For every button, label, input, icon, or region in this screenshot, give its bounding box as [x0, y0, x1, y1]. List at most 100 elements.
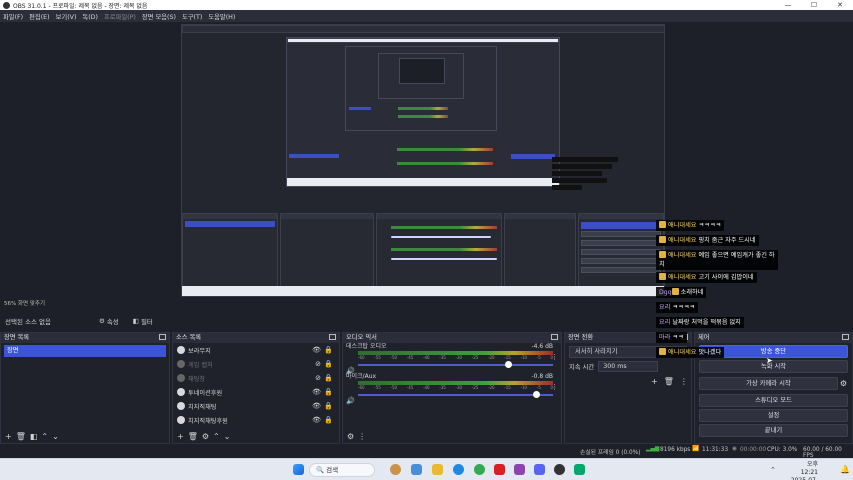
source-row[interactable]: 게임 캡처 ⊘ 🔒 [173, 357, 339, 371]
undock-icon[interactable] [329, 334, 336, 340]
minimize-button[interactable]: — [775, 1, 801, 9]
menu-tools[interactable]: 도구(T) [182, 12, 202, 21]
lock-icon[interactable]: 🔒 [324, 402, 333, 410]
volume-slider[interactable] [358, 391, 553, 398]
add-transition-button[interactable]: + [651, 377, 658, 386]
source-row[interactable]: 채팅창 ⊘ 🔒 [173, 371, 339, 385]
app-icon-widgets[interactable] [411, 464, 422, 475]
lock-icon[interactable]: 🔒 [324, 360, 333, 368]
chat-name: 애니대세요 [668, 222, 697, 229]
volume-knob[interactable] [504, 361, 512, 368]
close-button[interactable]: ✕ [827, 1, 853, 9]
mixer-title: 오디오 믹서 [346, 334, 377, 341]
nested-sources-dock [280, 213, 374, 288]
remove-transition-button[interactable]: 🗑 [664, 377, 674, 386]
undock-icon[interactable] [842, 334, 849, 340]
menu-file[interactable]: 파일(F) [3, 12, 23, 21]
menu-help[interactable]: 도움말(H) [208, 12, 235, 21]
source-properties-button[interactable]: ⚙ [202, 432, 209, 441]
source-row[interactable]: 보라무지 👁 🔒 [173, 343, 339, 357]
start-virtual-camera-button[interactable]: 가상 카메라 시작 [699, 377, 838, 390]
duration-input[interactable]: 300 ms [598, 361, 659, 372]
scenes-dock-header: 장면 목록 [1, 333, 169, 343]
audio-mixer-dock: 오디오 믹서 데스크탑 오디오 -4.6 dB -60 -55 -50 -45 -40 -3… [342, 332, 562, 444]
chrome-icon[interactable] [474, 464, 485, 475]
chat-message: 애니대세요 고기 사이에 김밥이네 [656, 272, 757, 283]
scene-item[interactable]: 장면 [4, 345, 166, 357]
remove-source-button[interactable]: 🗑 [188, 432, 198, 441]
hidden-eye-icon[interactable]: ⊘ [315, 374, 321, 382]
move-up-button[interactable]: ⌃ [41, 432, 48, 441]
chat-name: Dgq [659, 289, 672, 296]
obs-taskbar-icon[interactable] [554, 464, 565, 475]
volume-slider[interactable] [358, 361, 553, 368]
mixer-menu-button[interactable]: ⋮ [358, 432, 366, 441]
app-icon-purple[interactable] [514, 464, 525, 475]
source-type-icon [177, 374, 185, 382]
channel-menu-icon[interactable]: ⋮ [551, 353, 558, 361]
source-type-icon [177, 360, 185, 368]
undock-icon[interactable] [551, 334, 558, 340]
menu-docks[interactable]: 독(D) [82, 12, 98, 21]
lock-icon[interactable]: 🔒 [324, 388, 333, 396]
speaker-icon[interactable]: 🔊 [346, 397, 355, 405]
menu-scene-collection[interactable]: 장면 모음(S) [142, 12, 176, 21]
volume-track [358, 364, 553, 366]
start-recording-button[interactable]: 녹화 시작 [699, 360, 848, 373]
exit-button[interactable]: 끝내기 [699, 424, 848, 437]
chat-emote-icon [659, 348, 666, 355]
discord-icon[interactable] [534, 464, 545, 475]
undock-icon[interactable] [159, 334, 166, 340]
nested-meter [398, 107, 448, 110]
edge-icon[interactable] [453, 464, 464, 475]
taskbar-clock[interactable]: 오후 12:212025-07-31 [790, 461, 818, 480]
nested-scenes-dock [182, 213, 278, 288]
remove-scene-button[interactable]: 🗑 [16, 432, 26, 441]
zoom-label[interactable]: 56% 화면 맞추기 [0, 299, 853, 309]
studio-mode-button[interactable]: 스튜디오 모드 [699, 394, 848, 407]
lock-icon[interactable]: 🔒 [324, 416, 333, 424]
move-down-button[interactable]: ⌄ [224, 432, 231, 441]
filters-button[interactable]: ◧ 필터 [129, 314, 157, 328]
notification-bell-icon[interactable]: 🔔 [840, 465, 850, 474]
add-scene-button[interactable]: + [5, 432, 12, 441]
app-icon-food[interactable] [390, 464, 401, 475]
chat-text: 맛나겠다 [698, 349, 722, 356]
visibility-eye-icon[interactable]: 👁 [312, 416, 321, 424]
scene-filters-button[interactable]: ◧ [30, 432, 38, 441]
visibility-eye-icon[interactable]: 👁 [312, 402, 321, 410]
chat-name: 애니대세요 [668, 274, 697, 281]
transition-menu-button[interactable]: ⋮ [680, 377, 688, 386]
preview-canvas[interactable] [181, 24, 665, 297]
virtual-camera-gear-icon[interactable]: ⚙ [840, 379, 847, 388]
app-icon-green[interactable] [574, 464, 585, 475]
volume-knob[interactable] [532, 391, 540, 398]
chat-text: 소래하네 [680, 289, 704, 296]
advanced-audio-button[interactable]: ⚙ [347, 432, 354, 441]
move-up-button[interactable]: ⌃ [213, 432, 220, 441]
lock-icon[interactable]: 🔒 [324, 374, 333, 382]
taskbar-search[interactable]: 🔍 검색 [309, 463, 375, 477]
channel-menu-icon[interactable]: ⋮ [551, 383, 558, 391]
windows-start-icon[interactable] [293, 464, 304, 475]
tray-chevron-icon[interactable]: ⌃ [770, 466, 776, 474]
source-row[interactable]: 치지직채팅후원 👁 🔒 [173, 413, 339, 427]
menu-view[interactable]: 보기(V) [56, 12, 77, 21]
add-source-button[interactable]: + [177, 432, 184, 441]
source-row[interactable]: 투네이션후원 👁 🔒 [173, 385, 339, 399]
move-down-button[interactable]: ⌄ [52, 432, 59, 441]
netflix-icon[interactable] [494, 464, 505, 475]
source-row[interactable]: 치지직채팅 👁 🔒 [173, 399, 339, 413]
visibility-eye-icon[interactable]: 👁 [312, 388, 321, 396]
lock-icon[interactable]: 🔒 [324, 346, 333, 354]
hidden-eye-icon[interactable]: ⊘ [315, 360, 321, 368]
visibility-eye-icon[interactable]: 👁 [312, 346, 321, 354]
properties-button[interactable]: ⚙ 속성 [95, 314, 123, 328]
chat-text-continued: 치 [659, 261, 665, 268]
file-explorer-icon[interactable] [432, 464, 443, 475]
menu-edit[interactable]: 편집(E) [29, 12, 49, 21]
maximize-button[interactable]: ☐ [801, 1, 827, 9]
settings-button[interactable]: 설정 [699, 409, 848, 422]
menu-profile[interactable]: 프로파일(P) [104, 12, 136, 21]
controls-dock-header: 제어 [695, 333, 852, 343]
